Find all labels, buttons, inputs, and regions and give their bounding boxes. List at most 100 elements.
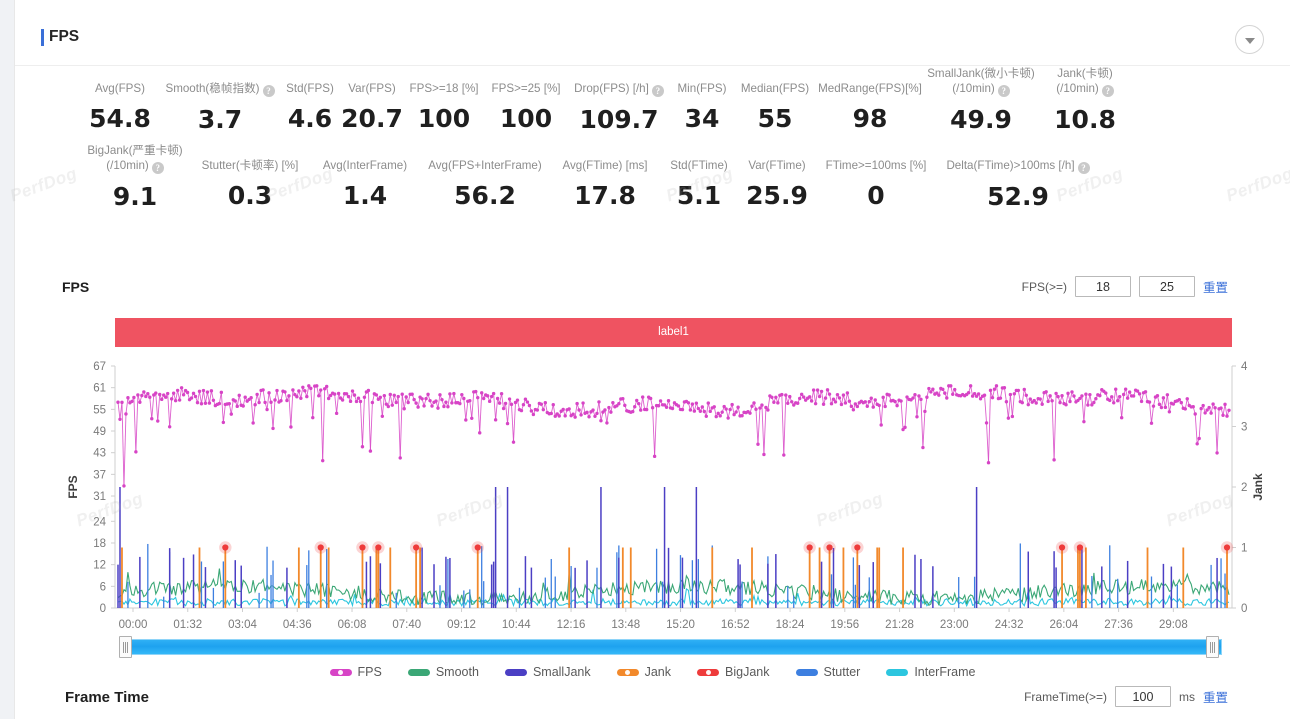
help-icon[interactable]: ? [262, 85, 275, 97]
metric-item: Avg(FTime) [ms] 17.8 [549, 143, 661, 213]
metric-item: Var(FTime) 25.9 [737, 143, 817, 213]
metric-label: Smooth(稳帧指数)? [161, 81, 279, 97]
metric-label: FPS>=18 [%] [409, 82, 479, 95]
svg-text:16:52: 16:52 [721, 619, 750, 631]
svg-text:00:00: 00:00 [119, 619, 148, 631]
metric-value: 3.7 [197, 105, 243, 134]
page-left-gutter [0, 0, 14, 719]
collapse-button[interactable] [1235, 25, 1264, 54]
metric-label: FTime>=100ms [%] [825, 159, 927, 172]
legend-item-bigjank[interactable]: BigJank [697, 665, 770, 679]
chart-legend[interactable]: FPS Smooth SmallJank Jank BigJank Stutter Inte… [15, 662, 1290, 682]
metric-value: 54.8 [89, 104, 151, 133]
datazoom-handle-right[interactable] [1206, 636, 1219, 658]
page-title: FPS [49, 28, 80, 45]
fps-panel: FPS Avg(FPS) 54.8 Smooth(稳帧指数)? 3.7 Std(FPS)… [0, 0, 1290, 719]
fps-reset-link[interactable]: 重置 [1203, 277, 1228, 296]
fps-chart[interactable]: 0 6 12 18 24 31 37 43 49 55 61 67 0 1 2 3 4 FPS Jank 00:00 0… [15, 352, 1290, 632]
svg-text:18: 18 [93, 538, 106, 550]
frametime-reset-link[interactable]: 重置 [1203, 687, 1228, 706]
help-icon[interactable]: ? [1077, 162, 1090, 174]
legend-label: InterFrame [914, 665, 976, 679]
metric-value: 100 [499, 104, 553, 133]
help-icon[interactable]: ? [151, 162, 164, 174]
metric-value: 10.8 [1054, 105, 1116, 134]
legend-item-stutter[interactable]: Stutter [795, 665, 860, 679]
svg-text:15:20: 15:20 [666, 619, 695, 631]
metric-item: Avg(FPS) 54.8 [79, 66, 161, 136]
metric-value: 0.3 [227, 181, 273, 210]
help-icon[interactable]: ? [651, 85, 664, 97]
legend-item-jank[interactable]: Jank [616, 665, 671, 679]
svg-text:27:36: 27:36 [1104, 619, 1133, 631]
datazoom-handle-left[interactable] [119, 636, 132, 658]
svg-text:49: 49 [93, 426, 106, 438]
metric-label: Median(FPS) [740, 82, 810, 95]
svg-text:01:32: 01:32 [173, 619, 202, 631]
frametime-threshold-input[interactable] [1114, 686, 1171, 707]
svg-text:03:04: 03:04 [228, 619, 257, 631]
metric-item: Delta(FTime)>100ms [/h]? 52.9 [935, 143, 1101, 214]
legend-item-smooth[interactable]: Smooth [407, 665, 479, 679]
svg-text:18:24: 18:24 [776, 619, 805, 631]
legend-label: FPS [357, 665, 382, 679]
legend-item-smalljank[interactable]: SmallJank [504, 665, 591, 679]
legend-swatch [504, 668, 527, 676]
fps-threshold-label: FPS(>=) [1021, 279, 1067, 294]
metric-value: 109.7 [579, 105, 659, 134]
metric-value: 52.9 [987, 182, 1049, 211]
metric-item: Min(FPS) 34 [671, 66, 733, 136]
chevron-down-icon [1244, 37, 1255, 44]
datazoom-track[interactable] [122, 639, 1222, 655]
metric-label: MedRange(FPS)[%] [818, 82, 922, 95]
svg-text:Jank: Jank [1251, 473, 1265, 501]
metric-value: 56.2 [454, 181, 516, 210]
title-accent-bar [41, 29, 44, 46]
svg-text:10:44: 10:44 [502, 619, 531, 631]
svg-text:6: 6 [100, 581, 106, 593]
scene-label-text: label1 [658, 326, 689, 338]
metric-label: Avg(FTime) [ms] [562, 159, 648, 172]
svg-text:61: 61 [93, 383, 106, 395]
fps-chart-canvas[interactable]: 061218243137434955616701234FPS Jank00:00 0… [15, 352, 1290, 632]
metric-value: 0 [867, 181, 885, 210]
help-icon[interactable]: ? [1101, 85, 1114, 97]
svg-text:55: 55 [93, 404, 106, 416]
svg-text:2: 2 [1241, 482, 1247, 494]
fps-threshold-low-input[interactable] [1074, 276, 1131, 297]
metric-value: 5.1 [676, 181, 722, 210]
svg-text:26:04: 26:04 [1049, 619, 1078, 631]
metric-value: 98 [852, 104, 888, 133]
metric-value: 49.9 [950, 105, 1012, 134]
metric-label: Drop(FPS) [/h]? [567, 81, 671, 97]
legend-label: Smooth [435, 665, 479, 679]
svg-text:43: 43 [93, 448, 106, 460]
fps-card: FPS Avg(FPS) 54.8 Smooth(稳帧指数)? 3.7 Std(FPS)… [8, 0, 1290, 719]
metric-label: Jank(卡顿) (/10min)? [1056, 67, 1114, 97]
frametime-threshold-controls: FrameTime(>=) ms 重置 [1024, 686, 1228, 707]
metric-item: Std(FPS) 4.6 [279, 66, 341, 136]
legend-item-fps[interactable]: FPS [329, 665, 382, 679]
metric-item: FTime>=100ms [%] 0 [817, 143, 935, 213]
fps-threshold-high-input[interactable] [1138, 276, 1195, 297]
svg-text:3: 3 [1241, 422, 1247, 434]
metric-label: Avg(InterFrame) [322, 159, 408, 172]
svg-text:4: 4 [1241, 361, 1248, 373]
svg-text:37: 37 [93, 469, 106, 481]
metric-item: Std(FTime) 5.1 [661, 143, 737, 213]
legend-swatch [616, 668, 639, 676]
legend-item-interframe[interactable]: InterFrame [886, 665, 975, 679]
metric-value: 4.6 [287, 104, 333, 133]
fps-chart-title: FPS [62, 279, 90, 295]
metric-item: Var(FPS) 20.7 [341, 66, 403, 136]
metric-label: Std(FPS) [286, 82, 334, 95]
help-icon[interactable]: ? [997, 85, 1010, 97]
svg-text:23:00: 23:00 [940, 619, 969, 631]
scene-label-band[interactable]: label1 [115, 318, 1232, 347]
svg-text:19:56: 19:56 [830, 619, 859, 631]
svg-text:31: 31 [93, 491, 106, 503]
svg-text:24:32: 24:32 [995, 619, 1024, 631]
svg-text:0: 0 [1241, 603, 1247, 615]
svg-text:06:08: 06:08 [338, 619, 367, 631]
metric-label: FPS>=25 [%] [491, 82, 561, 95]
